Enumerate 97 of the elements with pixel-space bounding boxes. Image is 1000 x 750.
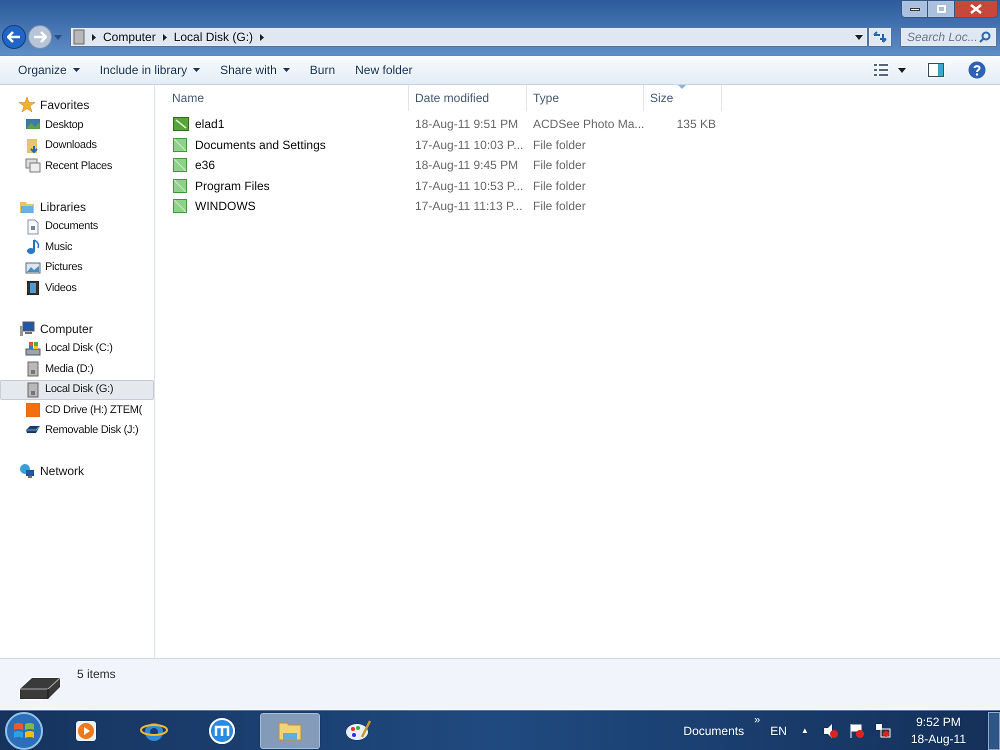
recent-places-icon [25, 158, 41, 174]
start-button-icon[interactable] [4, 712, 44, 750]
close-button[interactable] [954, 0, 998, 18]
language-indicator[interactable]: EN [770, 722, 787, 740]
file-name[interactable]: Program Files [195, 176, 270, 195]
sidebar-item[interactable]: Documents [0, 216, 154, 236]
minimize-button[interactable] [901, 0, 928, 18]
dropdown-icon[interactable] [855, 34, 863, 40]
computer-icon [19, 320, 35, 336]
forward-arrow-icon [33, 31, 47, 43]
toolbar-button[interactable]: Burn [300, 59, 346, 81]
sidebar-item[interactable]: Desktop [0, 115, 154, 135]
date-modified: 17-Aug-11 10:03 P... [415, 138, 524, 152]
network-icon [19, 463, 35, 479]
refresh-button[interactable] [868, 27, 892, 47]
dropdown-icon [72, 68, 80, 72]
back-arrow-icon [7, 31, 21, 43]
speaker-muted-icon[interactable] [822, 722, 839, 738]
date-modified: 17-Aug-11 11:13 P... [415, 199, 522, 214]
date-modified: 18-Aug-11 9:51 PM [415, 117, 518, 132]
image-file-icon [173, 117, 189, 132]
toolbar-button[interactable]: New folder [345, 59, 422, 81]
network-disconnected-icon[interactable] [874, 722, 891, 738]
breadcrumb[interactable]: Computer [103, 28, 156, 46]
file-type: File folder [533, 138, 586, 152]
address-bar[interactable]: Computer Local Disk (G:) [70, 27, 868, 47]
round-app-icon [208, 716, 236, 744]
file-type: File folder [533, 178, 586, 193]
sidebar-item[interactable]: Media (D:) [0, 359, 154, 379]
column-header[interactable]: Date modified [409, 85, 527, 111]
forward-button[interactable] [28, 25, 52, 49]
clock-date: 18-Aug-11 [910, 730, 966, 748]
view-list-icon[interactable] [874, 64, 888, 76]
sidebar-group[interactable]: Favorites [0, 95, 154, 115]
system-drive-icon [25, 340, 41, 356]
clock[interactable]: 9:52 PM 18-Aug-11 [910, 714, 966, 748]
picture-icon [25, 260, 41, 276]
search-field[interactable]: Search Loc... [900, 27, 997, 47]
drive-icon [73, 29, 85, 45]
help-icon[interactable] [968, 61, 986, 79]
file-name[interactable]: WINDOWS [195, 197, 256, 216]
dropdown-icon [282, 68, 290, 72]
flag-warning-icon[interactable] [848, 722, 865, 738]
music-note-icon [25, 239, 41, 255]
sidebar-item[interactable]: Recent Places [0, 156, 154, 176]
hard-drive-icon [18, 675, 62, 701]
film-strip-icon [25, 280, 41, 296]
file-name[interactable]: Documents and Settings [195, 136, 326, 154]
sidebar-item[interactable]: CD Drive (H:) ZTEM( [0, 400, 154, 420]
column-header[interactable]: Size [644, 85, 722, 111]
preview-pane-icon[interactable] [928, 63, 944, 77]
star-icon [19, 97, 35, 113]
back-button[interactable] [2, 25, 26, 49]
breadcrumb[interactable]: Local Disk (G:) [174, 28, 254, 46]
file-name[interactable]: elad1 [195, 115, 224, 134]
file-size: 135 KB [676, 116, 716, 134]
file-type: File folder [533, 158, 586, 172]
column-header[interactable]: Name [155, 85, 409, 111]
search-icon [979, 31, 991, 43]
sidebar-item[interactable]: Downloads [0, 136, 154, 156]
toolbar-label: Documents [683, 722, 744, 740]
maximize-button[interactable] [928, 0, 954, 18]
refresh-icon [873, 31, 887, 43]
date-modified: 18-Aug-11 9:45 PM [415, 158, 518, 172]
dropdown-icon [193, 68, 200, 72]
sidebar-item[interactable]: Local Disk (G:) [0, 380, 154, 400]
item-count: 5 items [77, 666, 116, 683]
sidebar-item[interactable]: Local Disk (C:) [0, 338, 154, 358]
sidebar-group[interactable]: Computer [0, 318, 154, 338]
close-icon [970, 4, 982, 14]
show-hidden-icons-button[interactable]: ▲ [800, 724, 809, 736]
sidebar-item[interactable]: Pictures [0, 258, 154, 278]
toolbar-button[interactable]: Include in library [90, 59, 210, 81]
sidebar-group[interactable]: Network [0, 461, 154, 481]
drive-icon [25, 382, 41, 398]
date-modified: 17-Aug-11 10:53 P... [415, 178, 524, 193]
drive-icon [25, 361, 41, 377]
clock-time: 9:52 PM [916, 714, 961, 730]
chevron-icon[interactable] [92, 34, 96, 40]
file-type: File folder [533, 199, 586, 214]
file-type: ACDSee Photo Ma... [533, 117, 644, 132]
toolbar-button[interactable]: Organize [8, 59, 90, 81]
cd-drive-icon [25, 402, 41, 418]
dropdown-icon[interactable] [898, 68, 906, 72]
sidebar-item[interactable]: Removable Disk (J:) [0, 420, 154, 440]
document-icon [25, 218, 41, 234]
overflow-button[interactable]: » [754, 712, 760, 728]
toolbar-button[interactable]: Share with [210, 59, 300, 81]
chevron-icon[interactable] [260, 34, 264, 40]
column-header[interactable]: Type [527, 85, 644, 111]
sidebar-item[interactable]: Videos [0, 278, 154, 298]
chevron-icon[interactable] [162, 34, 167, 40]
sort-arrow-icon [678, 85, 686, 89]
sidebar-item[interactable]: Music [0, 237, 154, 257]
show-desktop-button[interactable] [988, 712, 1000, 750]
file-name[interactable]: e36 [195, 156, 216, 174]
sidebar-group[interactable]: Libraries [0, 196, 154, 216]
